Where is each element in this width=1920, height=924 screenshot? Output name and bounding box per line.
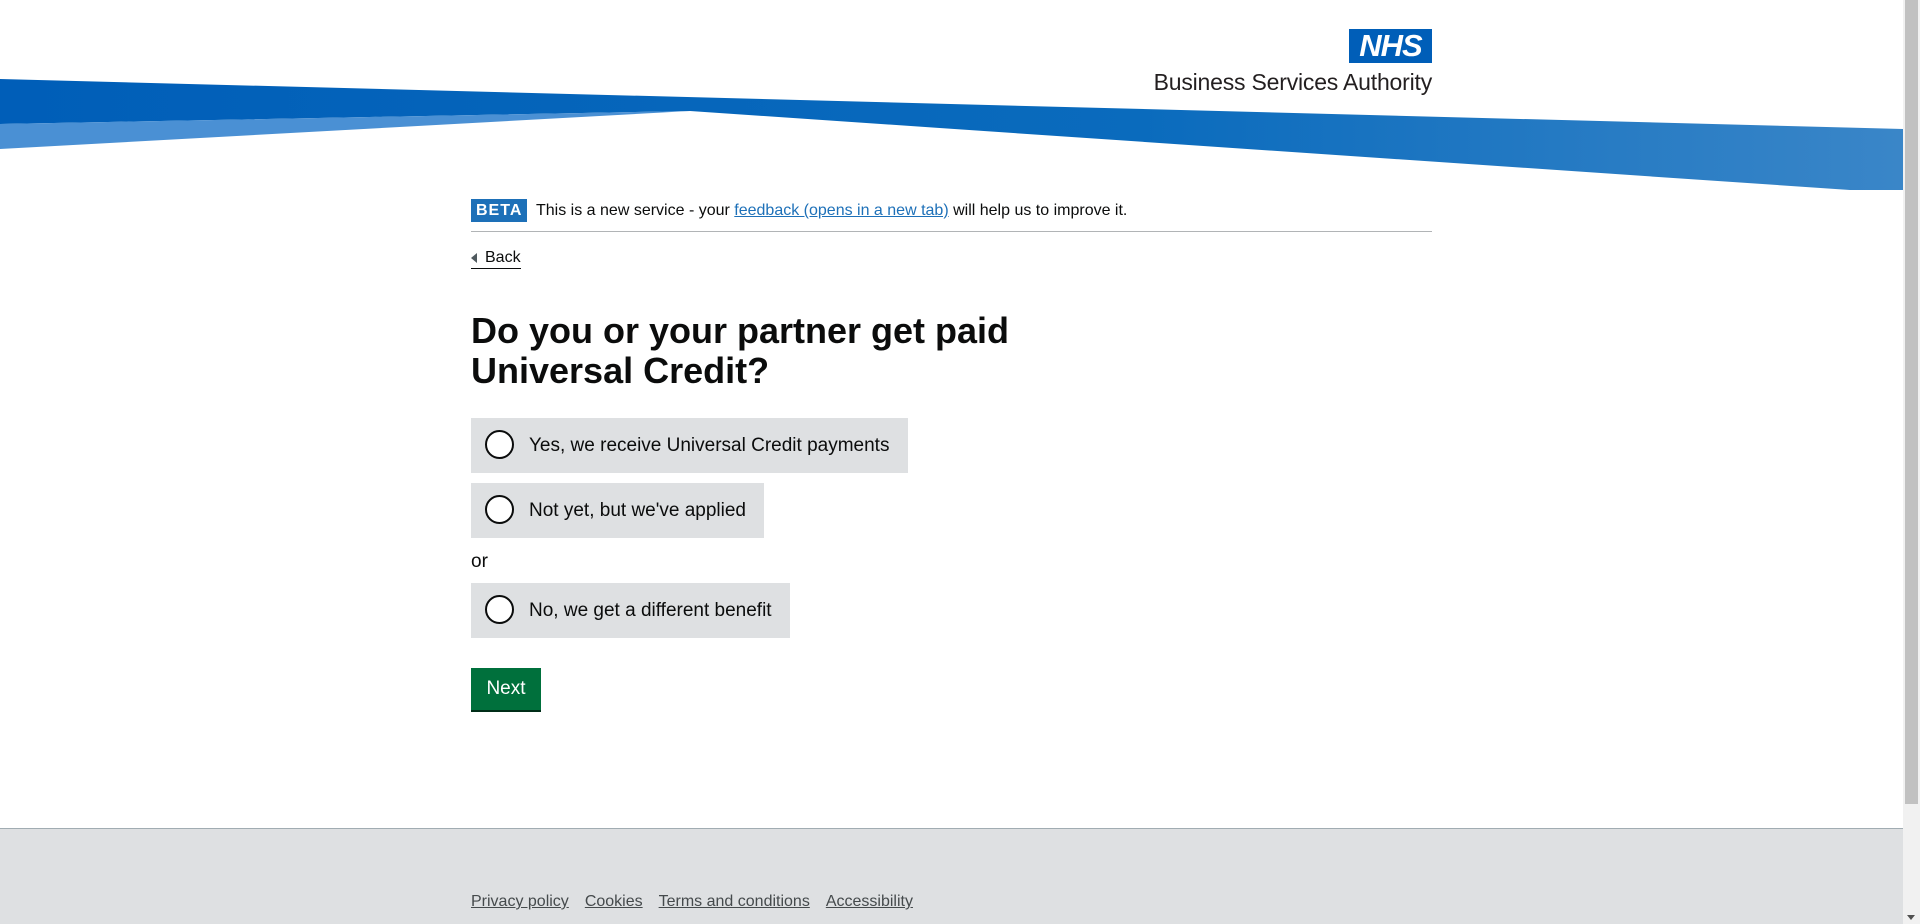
footer-link-terms[interactable]: Terms and conditions xyxy=(659,893,810,910)
footer: Privacy policy Cookies Terms and condition… xyxy=(0,828,1903,924)
header-banner: NHS Business Services Authority xyxy=(0,0,1903,200)
next-button[interactable]: Next xyxy=(471,668,541,710)
radio-label: No, we get a different benefit xyxy=(529,600,772,621)
footer-links: Privacy policy Cookies Terms and condition… xyxy=(471,892,929,912)
phase-banner: BETA This is a new service - your feedba… xyxy=(471,199,1432,232)
phase-text-before: This is a new service - your xyxy=(536,202,735,219)
radio-label: Yes, we receive Universal Credit payment… xyxy=(529,435,890,456)
nhs-logo-mark: NHS xyxy=(1349,29,1432,63)
radio-divider: or xyxy=(471,551,488,572)
phase-text-after: will help us to improve it. xyxy=(948,202,1128,219)
beta-tag: BETA xyxy=(471,199,528,222)
vertical-scrollbar[interactable] xyxy=(1903,0,1920,924)
radio-circle-icon[interactable] xyxy=(485,495,514,524)
footer-link-privacy[interactable]: Privacy policy xyxy=(471,893,569,910)
back-link[interactable]: Back xyxy=(471,248,521,269)
phase-banner-text: This is a new service - your feedback (o… xyxy=(536,201,1127,221)
footer-link-accessibility[interactable]: Accessibility xyxy=(826,893,913,910)
org-name: Business Services Authority xyxy=(1153,69,1433,95)
radio-circle-icon[interactable] xyxy=(485,595,514,624)
scrollbar-thumb[interactable] xyxy=(1905,0,1918,804)
nhs-bsa-logo[interactable]: NHS Business Services Authority xyxy=(1128,29,1433,97)
page: NHS Business Services Authority BETA Thi… xyxy=(0,0,1903,924)
scroll-down-arrow-icon[interactable] xyxy=(1907,915,1915,920)
radio-option-no[interactable]: No, we get a different benefit xyxy=(471,583,790,638)
chevron-left-icon xyxy=(471,253,477,263)
footer-link-cookies[interactable]: Cookies xyxy=(585,893,643,910)
radio-circle-icon[interactable] xyxy=(485,430,514,459)
back-link-label: Back xyxy=(485,249,521,266)
page-title: Do you or your partner get paid Universa… xyxy=(471,310,1010,391)
feedback-link[interactable]: feedback (opens in a new tab) xyxy=(734,202,948,219)
radio-label: Not yet, but we've applied xyxy=(529,500,746,521)
radio-option-applied[interactable]: Not yet, but we've applied xyxy=(471,483,764,538)
radio-option-yes[interactable]: Yes, we receive Universal Credit payment… xyxy=(471,418,908,473)
header-swoosh xyxy=(0,79,1903,190)
